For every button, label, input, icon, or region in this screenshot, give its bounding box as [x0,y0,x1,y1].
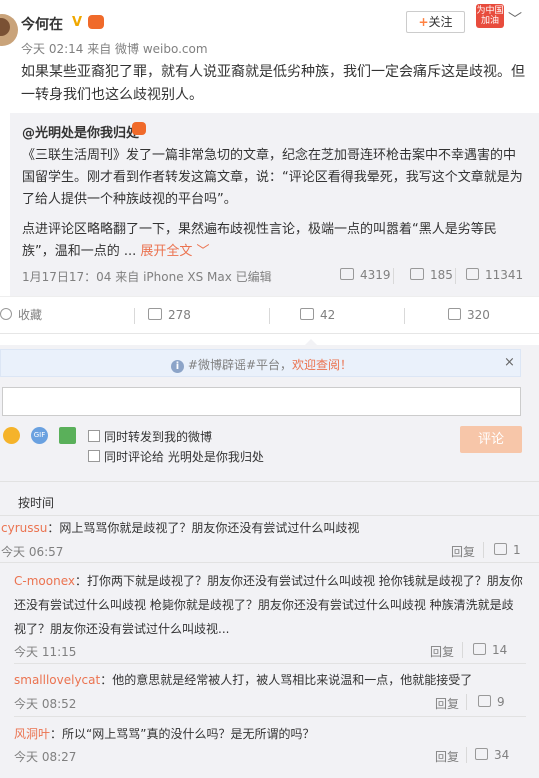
comment-time: 今天 08:52 [14,697,77,711]
plus-icon: + [418,15,429,29]
comment-user[interactable]: 风洞叶 [14,727,50,741]
comment-text: C-moonex：打你两下就是歧视了？朋友你还没有尝试过什么叫歧视 抢你钱就是歧… [14,574,523,636]
comment-input[interactable] [2,387,521,416]
weibo-post: 今何在 V +关注 为中国加油 ﹀ 今天 02:14 来自 微博 weibo.c… [0,0,539,296]
emoji-icon[interactable] [3,427,20,444]
repost-author[interactable]: @光明处是你我归处 [22,122,139,141]
divider [455,268,456,284]
vip-badge-icon [132,122,146,135]
author-name[interactable]: 今何在 [21,14,63,34]
author-avatar[interactable] [0,14,18,46]
divider [404,308,405,324]
divider [14,663,526,664]
comment-like-button[interactable]: 1 [494,543,521,557]
divider [0,562,539,563]
comment-like-button[interactable]: 14 [473,643,507,657]
verified-icon: V [72,15,83,30]
thumbs-up-icon [473,643,486,655]
star-icon [0,308,12,320]
gif-icon[interactable]: GIF [31,427,48,444]
comment-icon [300,308,314,320]
reposted-weibo: @光明处是你我归处 《三联生活周刊》发了一篇非常急切的文章，纪念在芝加哥连环枪击… [10,113,539,296]
comment-section: i #微博辟谣#平台，欢迎查阅！ × GIF 同时转发到我的微博 同时评论给 光明… [0,345,539,778]
divider [134,308,135,324]
comment-icon [410,268,424,280]
post-meta: 今天 02:14 来自 微博 weibo.com [21,42,208,56]
thumbs-up-icon [448,308,461,320]
comment-text: smalllovelycat：他的意思就是经常被人打，被人骂相比来说温和一点，他… [14,673,473,687]
notice-link[interactable]: 欢迎查阅！ [292,358,352,372]
divider [393,268,394,284]
image-icon[interactable] [59,427,76,444]
follow-label: 关注 [428,15,453,29]
repost-checkbox-label: 同时转发到我的微博 [104,430,213,444]
comment-like-button[interactable]: 9 [478,695,505,709]
action-bar: 收藏 278 42 320 [0,296,539,334]
share-icon [340,268,354,280]
like-button[interactable]: 320 [448,297,490,335]
comment-like-button[interactable]: 34 [475,748,509,762]
thumbs-up-icon [494,543,507,555]
comment-user[interactable]: C-moonex [14,574,75,588]
repost-comment-count[interactable]: 185 [410,268,453,282]
reply-button[interactable]: 回复 [435,748,459,765]
share-icon [148,308,162,320]
comment-time: 今天 11:15 [14,645,77,659]
comment-user[interactable]: cyrussu [1,521,47,535]
comment-to-original-label: 同时评论给 光明处是你我归处 [104,450,264,464]
notice-text: #微博辟谣#平台， [187,358,293,372]
comment-text: 风洞叶：所以“网上骂骂”真的没什么吗？是无所谓的吗？ [14,727,315,741]
expand-link[interactable]: 展开全文 ﹀ [140,244,209,259]
divider [14,716,526,717]
comment-time: 今天 06:57 [1,545,64,559]
repost-like-count[interactable]: 11341 [466,268,523,282]
favorite-button[interactable]: 收藏 [0,297,42,335]
repost-button[interactable]: 278 [148,297,191,335]
divider [462,642,463,658]
thumbs-up-icon [475,748,488,760]
thumbs-up-icon [466,268,479,280]
divider [269,308,270,324]
campaign-banner[interactable]: 为中国加油 [476,4,504,28]
reply-button[interactable]: 回复 [451,543,475,560]
repost-text: 《三联生活周刊》发了一篇非常急切的文章，纪念在芝加哥连环枪击案中不幸遇害的中国留… [22,148,523,207]
repost-text-continued: 点进评论区略略翻了一下，果然遍布歧视性言论，极端一点的叫嚣着“黑人是劣等民族”，… [22,219,527,263]
divider [466,747,467,763]
rumor-notice: i #微博辟谣#平台，欢迎查阅！ × [0,349,521,377]
divider [483,542,484,558]
reply-button[interactable]: 回复 [430,643,454,660]
sort-by-time[interactable]: 按时间 [18,494,54,511]
comment-user[interactable]: smalllovelycat [14,673,100,687]
close-icon[interactable]: × [504,355,515,370]
comment-to-original-checkbox[interactable] [88,450,100,462]
repost-text-snippet: 点进评论区略略翻了一下，果然遍布歧视性言论，极端一点的叫嚣着“黑人是劣等民族”，… [22,222,497,259]
thumbs-up-icon [478,695,491,707]
submit-comment-button[interactable]: 评论 [460,426,522,453]
comment-text: cyrussu：网上骂骂你就是歧视了？朋友你还没有尝试过什么叫歧视 [1,521,360,535]
divider [466,694,467,710]
chevron-down-icon[interactable]: ﹀ [508,9,522,29]
info-icon: i [170,360,184,373]
follow-button[interactable]: +关注 [406,11,465,33]
divider [0,481,539,482]
repost-count[interactable]: 4319 [340,268,391,282]
comment-button[interactable]: 42 [300,297,335,335]
reply-button[interactable]: 回复 [435,695,459,712]
post-text: 如果某些亚裔犯了罪，就有人说亚裔就是低劣种族，我们一定会痛斥这是歧视。但一转身我… [21,64,525,103]
comment-time: 今天 08:27 [14,750,77,764]
repost-checkbox[interactable] [88,430,100,442]
vip-badge-icon [88,15,104,29]
repost-meta: 1月17日17：04 来自 iPhone XS Max 已编辑 [22,270,272,284]
